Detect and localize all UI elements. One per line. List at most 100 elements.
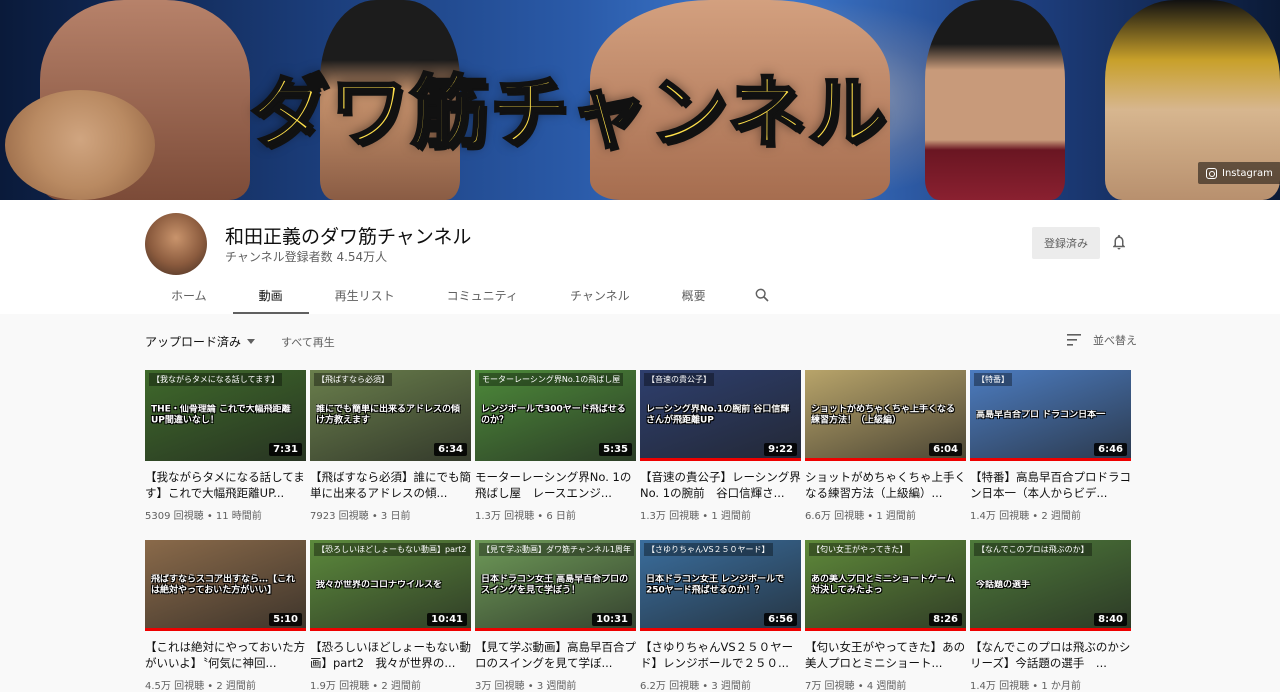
video-views: 4.5万 回視聴 [145,681,205,692]
sort-button[interactable]: 並べ替え [1067,332,1137,348]
notification-bell-icon[interactable] [1110,233,1128,251]
video-title[interactable]: 【なんでこのプロは飛ぶのかシリーズ】今話題の選手 ... [970,639,1131,671]
video-duration: 9:22 [764,443,797,456]
instagram-link[interactable]: Instagram [1198,162,1280,184]
filter-bar: アップロード済み すべて再生 並べ替え [0,314,1280,370]
caret-down-icon [247,339,256,344]
thumbnail-caption: 日本ドラコン女王 高島早百合プロのスイングを見て学ぼう！ [481,573,629,596]
tab-about[interactable]: 概要 [656,276,732,314]
thumbnail-caption: 誰にでも簡単に出来るアドレスの傾け方教えます [316,403,461,426]
watch-progress-bar [310,628,471,631]
video-thumbnail[interactable]: モーターレーシング界No.1の飛ばし屋 レンジボールで300ヤード飛ばせるのか？… [475,370,636,461]
video-card[interactable]: 【さゆりちゃんVS２５０ヤード】 日本ドラコン女王 レンジボールで250ヤード飛… [640,540,801,692]
video-duration: 5:10 [269,613,302,626]
video-meta: 1.3万 回視聴 • 6 日前 [475,511,576,522]
video-age: 2 週間前 [1041,511,1081,522]
video-thumbnail[interactable]: 【飛ばすなら必須】 誰にでも簡単に出来るアドレスの傾け方教えます 6:34 [310,370,471,461]
video-views: 7万 回視聴 [805,681,855,692]
video-age: 4 週間前 [866,681,907,692]
video-thumbnail[interactable]: 【匂い女王がやってきた】 あの美人プロとミニショートゲーム対決してみたよっ 8:… [805,540,966,631]
banner-person-4 [925,0,1065,200]
video-title[interactable]: 【匂い女王がやってきた】あの美人プロとミニショート... [805,639,966,671]
thumbnail-caption: 我々が世界のコロナウイルスを [316,579,443,590]
video-card[interactable]: 【我ながらタメになる話してます】 THE・仙骨理論 これで大幅飛距離UP間違いな… [145,370,306,522]
video-meta: 7万 回視聴 • 4 週間前 [805,681,907,692]
sort-icon [1067,334,1081,346]
video-card[interactable]: モーターレーシング界No.1の飛ばし屋 レンジボールで300ヤード飛ばせるのか？… [475,370,636,522]
video-title[interactable]: モーターレーシング界No. 1の飛ばし屋 レースエンジ... [475,469,636,501]
video-thumbnail[interactable]: 飛ばすならスコア出すなら…【これは絶対やっておいた方がいい】 5:10 [145,540,306,631]
video-meta: 1.4万 回視聴 • 1 か月前 [970,681,1081,692]
video-title[interactable]: 【これは絶対にやっておいた方がいいよ】〝何気に神回... [145,639,306,671]
video-views: 3万 回視聴 [475,681,525,692]
video-age: 11 時間前 [215,511,262,522]
video-thumbnail[interactable]: 【我ながらタメになる話してます】 THE・仙骨理論 これで大幅飛距離UP間違いな… [145,370,306,461]
video-title[interactable]: 【見て学ぶ動画】高島早百合プロのスイングを見て学ぼ... [475,639,636,671]
video-title[interactable]: 【音速の貴公子】レーシング界No. 1の腕前 谷口信輝さ... [640,469,801,501]
video-views: 1.3万 回視聴 [475,511,535,522]
video-age: 3 週間前 [536,681,577,692]
uploads-dropdown[interactable]: アップロード済み [145,333,256,350]
video-views: 6.2万 回視聴 [640,681,700,692]
video-title[interactable]: 【飛ばすなら必須】誰にでも簡単に出来るアドレスの傾... [310,469,471,501]
video-duration: 5:35 [599,443,632,456]
video-thumbnail[interactable]: 【さゆりちゃんVS２５０ヤード】 日本ドラコン女王 レンジボールで250ヤード飛… [640,540,801,631]
video-thumbnail[interactable]: ショットがめちゃくちゃ上手くなる練習方法！（上級編） 6:04 [805,370,966,461]
subscribed-button[interactable]: 登録済み [1032,227,1100,259]
video-duration: 6:46 [1094,443,1127,456]
video-thumbnail[interactable]: 【恐ろしいほどしょーもない動画】part2 我々が世界のコロナウイルスを 10:… [310,540,471,631]
video-meta: 7923 回視聴 • 3 日前 [310,511,411,522]
video-card[interactable]: 【特番】 高島早百合プロ ドラコン日本一 6:46 【特番】高島早百合プロドラコ… [970,370,1131,522]
video-duration: 6:34 [434,443,467,456]
thumbnail-caption: 飛ばすならスコア出すなら…【これは絶対やっておいた方がいい】 [151,573,296,596]
video-age: 6 日前 [546,511,576,522]
video-card[interactable]: 【匂い女王がやってきた】 あの美人プロとミニショートゲーム対決してみたよっ 8:… [805,540,966,692]
banner-dog [5,90,155,200]
video-card[interactable]: 【飛ばすなら必須】 誰にでも簡単に出来るアドレスの傾け方教えます 6:34 【飛… [310,370,471,522]
tab-channels[interactable]: チャンネル [544,276,656,314]
tab-home[interactable]: ホーム [145,276,233,314]
video-age: 2 週間前 [216,681,256,692]
video-title[interactable]: 【特番】高島早百合プロドラコン日本一（本人からビデ... [970,469,1131,501]
thumbnail-tag: 【さゆりちゃんVS２５０ヤード】 [644,543,773,556]
video-views: 1.3万 回視聴 [640,511,700,522]
video-views: 1.4万 回視聴 [970,511,1030,522]
watch-progress-bar [640,458,801,461]
channel-avatar[interactable] [145,213,207,275]
video-card[interactable]: 【恐ろしいほどしょーもない動画】part2 我々が世界のコロナウイルスを 10:… [310,540,471,692]
video-duration: 8:40 [1094,613,1127,626]
video-card[interactable]: 【見て学ぶ動画】ダワ筋チャンネル1周年 日本ドラコン女王 高島早百合プロのスイン… [475,540,636,692]
video-title[interactable]: 【我ながらタメになる話してます】これで大幅飛距離UP... [145,469,306,501]
video-duration: 10:41 [427,613,467,626]
thumbnail-caption: THE・仙骨理論 これで大幅飛距離UP間違いなし！ [151,403,291,426]
video-card[interactable]: ショットがめちゃくちゃ上手くなる練習方法！（上級編） 6:04 ショットがめちゃ… [805,370,966,522]
watch-progress-bar [805,458,966,461]
play-all-link[interactable]: すべて再生 [281,334,335,350]
tab-community[interactable]: コミュニティ [421,276,544,314]
banner-title: ダワ筋チャンネル [249,67,888,160]
video-card[interactable]: 飛ばすならスコア出すなら…【これは絶対やっておいた方がいい】 5:10 【これは… [145,540,306,692]
video-duration: 8:26 [929,613,962,626]
video-thumbnail[interactable]: 【なんでこのプロは飛ぶのか】 今話題の選手 8:40 [970,540,1131,631]
video-age: 1 か月前 [1041,681,1081,692]
video-age: 3 日前 [380,511,411,522]
tab-playlists[interactable]: 再生リスト [309,276,421,314]
video-card[interactable]: 【なんでこのプロは飛ぶのか】 今話題の選手 8:40 【なんでこのプロは飛ぶのか… [970,540,1131,692]
channel-header: 和田正義のダワ筋チャンネル チャンネル登録者数 4.54万人 登録済み ホーム … [0,200,1280,314]
tab-videos[interactable]: 動画 [232,276,309,314]
video-card[interactable]: 【音速の貴公子】 レーシング界No.1の腕前 谷口信輝さんが飛距離UP 9:22… [640,370,801,522]
video-thumbnail[interactable]: 【音速の貴公子】 レーシング界No.1の腕前 谷口信輝さんが飛距離UP 9:22 [640,370,801,461]
video-title[interactable]: 【さゆりちゃんVS２５０ヤード】レンジボールで２５０... [640,639,801,671]
video-thumbnail[interactable]: 【見て学ぶ動画】ダワ筋チャンネル1周年 日本ドラコン女王 高島早百合プロのスイン… [475,540,636,631]
uploads-label: アップロード済み [145,335,242,349]
watch-progress-bar [805,628,966,631]
tab-search[interactable] [732,276,792,314]
video-age: 2 週間前 [381,681,421,692]
video-title[interactable]: ショットがめちゃくちゃ上手くなる練習方法（上級編）... [805,469,966,501]
thumbnail-tag: 【恐ろしいほどしょーもない動画】part2 [314,543,470,556]
video-meta: 6.2万 回視聴 • 3 週間前 [640,681,751,692]
video-title[interactable]: 【恐ろしいほどしょーもない動画】part2 我々が世界の... [310,639,471,671]
video-thumbnail[interactable]: 【特番】 高島早百合プロ ドラコン日本一 6:46 [970,370,1131,461]
thumbnail-tag: 【飛ばすなら必須】 [314,373,392,386]
instagram-icon [1206,167,1217,179]
